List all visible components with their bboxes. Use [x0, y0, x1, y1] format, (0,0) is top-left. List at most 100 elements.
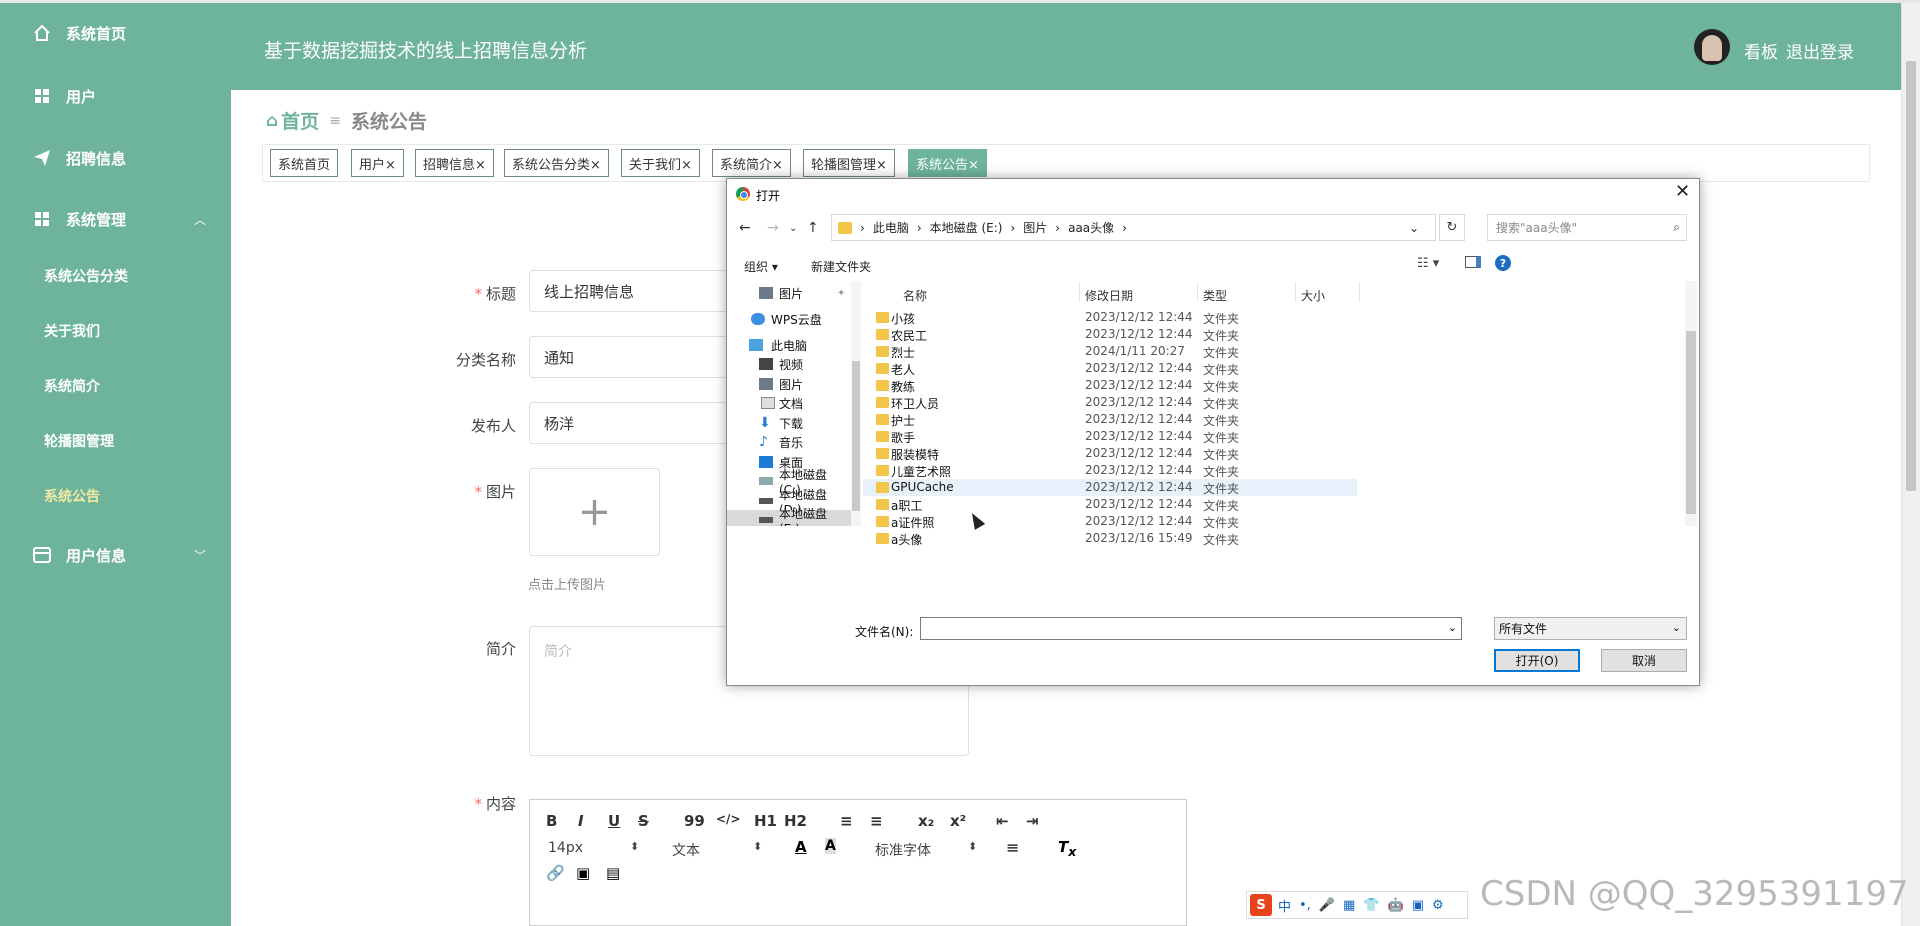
- tab-notice[interactable]: 系统公告×: [908, 149, 987, 177]
- link-icon[interactable]: 🔗: [546, 864, 565, 882]
- h2-button[interactable]: H2: [784, 812, 807, 830]
- microphone-icon[interactable]: 🎤: [1319, 898, 1335, 913]
- view-options-icon[interactable]: ☷ ▾: [1417, 256, 1439, 271]
- filename-input[interactable]: ⌄: [920, 617, 1462, 640]
- tree-item[interactable]: 图片: [727, 374, 851, 394]
- column-size[interactable]: 大小: [1301, 287, 1325, 304]
- font-size-select[interactable]: 14px: [548, 840, 583, 856]
- ime-chinese-icon[interactable]: 中: [1278, 896, 1291, 915]
- indent-button[interactable]: ⇥: [1026, 812, 1039, 830]
- tab-notice-category[interactable]: 系统公告分类×: [504, 149, 609, 177]
- tree-item-selected[interactable]: 本地磁盘 (E:): [727, 507, 851, 526]
- list-item[interactable]: 烈士 2024/1/11 20:27 文件夹: [863, 343, 1357, 360]
- settings-icon[interactable]: ⚙: [1432, 898, 1444, 913]
- chevron-down-icon[interactable]: ⌄: [789, 223, 797, 234]
- chevron-down-icon[interactable]: ⌄: [1409, 221, 1419, 235]
- h1-button[interactable]: H1: [754, 812, 777, 830]
- path-segment[interactable]: 本地磁盘 (E:): [930, 219, 1003, 236]
- bold-button[interactable]: B: [546, 812, 557, 830]
- breadcrumb-home[interactable]: 首页: [281, 107, 319, 134]
- quote-button[interactable]: 99: [684, 812, 705, 830]
- tree-item[interactable]: ⬇ 下载: [727, 413, 851, 433]
- ordered-list-button[interactable]: ≡: [840, 812, 853, 830]
- font-family-select[interactable]: 标准字体: [875, 840, 931, 860]
- list-item[interactable]: 环卫人员 2023/12/12 12:44 文件夹: [863, 394, 1357, 411]
- tab-intro[interactable]: 系统简介×: [712, 149, 791, 177]
- skin-icon[interactable]: 👕: [1363, 898, 1379, 913]
- column-date[interactable]: 修改日期: [1085, 287, 1133, 304]
- tree-item[interactable]: WPS云盘: [727, 309, 851, 329]
- background-color-icon[interactable]: A: [825, 838, 836, 854]
- board-link[interactable]: 看板: [1744, 38, 1778, 63]
- text-style-select[interactable]: 文本: [672, 840, 700, 860]
- sidebar-subitem-intro[interactable]: 系统简介: [44, 371, 100, 401]
- list-item[interactable]: a职工 2023/12/12 12:44 文件夹: [863, 496, 1357, 513]
- search-input[interactable]: 搜索"aaa头像" ⌕: [1487, 214, 1687, 241]
- path-segment[interactable]: 此电脑: [873, 219, 909, 236]
- organize-button[interactable]: 组织 ▾: [744, 258, 778, 275]
- forward-icon[interactable]: →: [767, 220, 779, 236]
- strike-button[interactable]: S: [638, 812, 649, 830]
- tree-item[interactable]: ♪ 音乐: [727, 432, 851, 452]
- list-item[interactable]: 小孩 2023/12/12 12:44 文件夹: [863, 309, 1357, 326]
- path-segment[interactable]: aaa头像: [1068, 219, 1114, 236]
- superscript-button[interactable]: x²: [950, 812, 966, 830]
- image-icon[interactable]: ▣: [576, 864, 590, 882]
- robot-icon[interactable]: 🤖: [1388, 898, 1404, 913]
- close-icon[interactable]: ✕: [1675, 181, 1690, 202]
- cancel-button[interactable]: 取消: [1601, 649, 1687, 672]
- new-folder-button[interactable]: 新建文件夹: [811, 258, 871, 275]
- filetype-select[interactable]: 所有文件 ⌄: [1494, 617, 1687, 640]
- tree-item[interactable]: 文档: [727, 393, 851, 413]
- column-name[interactable]: 名称: [903, 287, 927, 304]
- video-icon[interactable]: ▤: [606, 864, 620, 882]
- sidebar-subitem-about[interactable]: 关于我们: [44, 316, 100, 346]
- list-item[interactable]: a证件照 2023/12/12 12:44 文件夹: [863, 513, 1357, 530]
- sidebar-item-home[interactable]: 系统首页: [0, 15, 231, 51]
- scrollbar-thumb[interactable]: [1686, 331, 1696, 514]
- image-upload-button[interactable]: +: [529, 468, 660, 556]
- back-icon[interactable]: ←: [739, 220, 751, 236]
- sidebar-item-user-info[interactable]: 用户信息 ﹀: [0, 537, 231, 573]
- punctuation-icon[interactable]: •,: [1299, 898, 1311, 913]
- list-item[interactable]: 农民工 2023/12/12 12:44 文件夹: [863, 326, 1357, 343]
- list-item-hover[interactable]: GPUCache 2023/12/12 12:44 文件夹: [863, 479, 1357, 496]
- tab-home[interactable]: 系统首页: [270, 149, 339, 177]
- up-icon[interactable]: ↑: [807, 220, 819, 236]
- tree-item[interactable]: 此电脑: [727, 335, 851, 355]
- scrollbar-thumb[interactable]: [1906, 61, 1916, 491]
- sogou-icon[interactable]: S: [1250, 894, 1272, 916]
- bullet-list-button[interactable]: ≡: [870, 812, 883, 830]
- sidebar-subitem-carousel[interactable]: 轮播图管理: [44, 426, 114, 456]
- rich-text-editor[interactable]: B I U S 99 </> H1 H2 ≡ ≡ x₂ x² ⇤ ⇥ 14px …: [529, 799, 1187, 926]
- file-list-scrollbar[interactable]: [1685, 281, 1697, 526]
- column-type[interactable]: 类型: [1203, 287, 1227, 304]
- align-icon[interactable]: ≡: [1006, 838, 1019, 857]
- logout-link[interactable]: 退出登录: [1786, 38, 1854, 63]
- list-item[interactable]: 教练 2023/12/12 12:44 文件夹: [863, 377, 1357, 394]
- sidebar-subitem-notice-category[interactable]: 系统公告分类: [44, 261, 128, 291]
- scrollbar-thumb[interactable]: [852, 361, 860, 511]
- refresh-icon[interactable]: ↻: [1439, 214, 1465, 241]
- clear-format-icon[interactable]: Tx: [1058, 838, 1076, 859]
- tree-item[interactable]: 图片 ✦: [727, 283, 851, 303]
- underline-button[interactable]: U: [608, 812, 620, 830]
- list-item[interactable]: 服装模特 2023/12/12 12:44 文件夹: [863, 445, 1357, 462]
- sidebar-item-users[interactable]: 用户: [0, 78, 231, 114]
- tree-item[interactable]: 视频: [727, 354, 851, 374]
- list-item[interactable]: 老人 2023/12/12 12:44 文件夹: [863, 360, 1357, 377]
- code-button[interactable]: </>: [716, 812, 741, 826]
- tab-about[interactable]: 关于我们×: [621, 149, 700, 177]
- sidebar-item-system[interactable]: 系统管理 ︿: [0, 201, 231, 237]
- avatar[interactable]: [1694, 29, 1730, 65]
- list-item[interactable]: 儿童艺术照 2023/12/12 12:44 文件夹: [863, 462, 1357, 479]
- font-color-icon[interactable]: A: [795, 838, 807, 856]
- keyboard-icon[interactable]: ▦: [1343, 898, 1355, 913]
- page-scrollbar[interactable]: [1901, 3, 1920, 926]
- italic-button[interactable]: I: [578, 812, 584, 830]
- chevron-down-icon[interactable]: ⌄: [1448, 621, 1457, 634]
- open-button[interactable]: 打开(O): [1494, 649, 1580, 672]
- tab-jobs[interactable]: 招聘信息×: [415, 149, 494, 177]
- subscript-button[interactable]: x₂: [918, 812, 934, 830]
- sidebar-subitem-notice[interactable]: 系统公告: [44, 481, 100, 511]
